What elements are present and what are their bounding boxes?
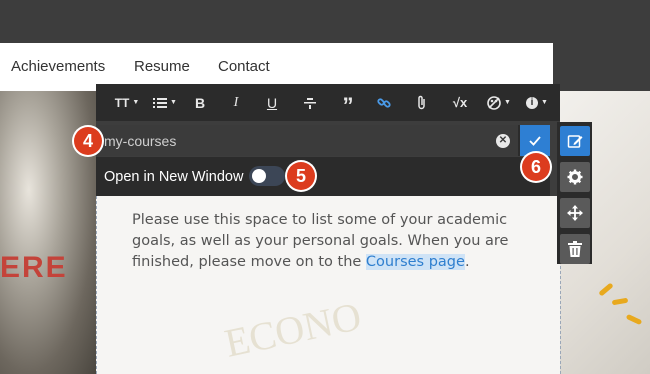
chevron-down-icon: ▼: [541, 99, 548, 106]
text-editor-area[interactable]: ECONO Please use this space to list some…: [96, 196, 560, 374]
move-arrows-icon: [567, 205, 583, 221]
underline-button[interactable]: U: [260, 84, 284, 121]
list-icon: [153, 97, 168, 108]
block-side-toolbar: [557, 122, 592, 264]
check-icon: [529, 135, 541, 146]
list-button[interactable]: ▼: [148, 84, 182, 121]
trash-icon: [568, 241, 582, 257]
top-bar: [0, 0, 650, 43]
attachment-button[interactable]: [410, 84, 434, 121]
block-settings-button[interactable]: [560, 162, 590, 192]
paperclip-icon: [418, 95, 425, 110]
text-size-icon: TT: [114, 95, 130, 110]
background-watermark: ECONO: [220, 293, 365, 366]
clear-format-button[interactable]: ▼: [482, 84, 516, 121]
toggle-knob: [252, 169, 266, 183]
bold-button[interactable]: B: [188, 84, 212, 121]
open-new-window-toggle[interactable]: [249, 166, 285, 186]
link-url-input[interactable]: [96, 125, 518, 156]
callout-badge-6: 6: [522, 153, 550, 181]
gear-icon: [567, 169, 583, 185]
strikethrough-button[interactable]: [298, 84, 322, 121]
paragraph-end: .: [464, 254, 470, 270]
clear-url-button[interactable]: ✕: [496, 134, 510, 148]
link-icon: [377, 97, 391, 108]
new-window-bar: Open in New Window: [96, 157, 550, 196]
chevron-down-icon: ▼: [132, 99, 140, 106]
callout-badge-5: 5: [287, 162, 315, 190]
nav-link-contact[interactable]: Contact: [218, 58, 270, 75]
formatting-toolbar: TT ▼ ▼ B I U ” √x ▼ i ▼: [96, 84, 560, 121]
editor-border-left: [96, 196, 97, 374]
callout-badge-4: 4: [74, 127, 102, 155]
confirm-link-button[interactable]: [520, 125, 550, 156]
info-button[interactable]: i ▼: [520, 84, 554, 121]
quote-button[interactable]: ”: [336, 84, 360, 121]
editor-paragraph[interactable]: Please use this space to list some of yo…: [132, 210, 522, 273]
background-photo-text: ERE: [0, 251, 68, 284]
decor-streak: [625, 313, 643, 326]
open-new-window-label: Open in New Window: [104, 169, 244, 185]
strikethrough-icon: [304, 97, 316, 109]
edit-icon: [567, 135, 583, 148]
nav-link-resume[interactable]: Resume: [134, 58, 190, 75]
link-url-bar: ✕: [96, 125, 550, 156]
chevron-down-icon: ▼: [504, 99, 511, 106]
nav-link-achievements[interactable]: Achievements: [11, 58, 105, 75]
close-icon: ✕: [498, 135, 508, 146]
selected-link-text[interactable]: Courses page: [365, 254, 465, 270]
chevron-down-icon: ▼: [170, 99, 177, 106]
info-icon: i: [526, 96, 539, 109]
italic-button[interactable]: I: [224, 84, 248, 121]
decor-streak: [611, 297, 629, 306]
palette-icon: [487, 95, 501, 110]
move-block-button[interactable]: [560, 198, 590, 228]
math-button[interactable]: √x: [448, 84, 472, 121]
decor-streak: [598, 282, 614, 297]
edit-block-button[interactable]: [560, 126, 590, 156]
delete-block-button[interactable]: [560, 234, 590, 264]
link-button[interactable]: [372, 84, 396, 121]
text-size-button[interactable]: TT ▼: [110, 84, 144, 121]
